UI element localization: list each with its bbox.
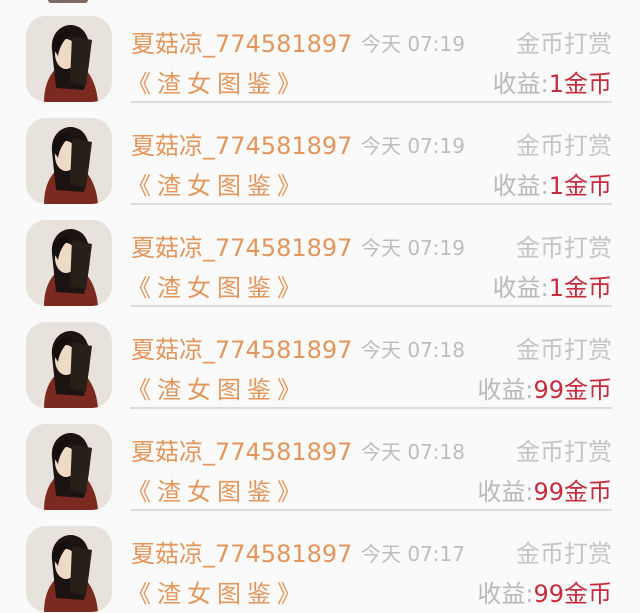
- record-type: 金币打赏: [516, 438, 612, 466]
- record-time: 今天 07:18: [361, 338, 465, 362]
- record-time: 今天 07:19: [361, 236, 465, 260]
- earnings-value: 99金币: [533, 580, 612, 608]
- earnings: 收益:1金币: [493, 64, 612, 99]
- sender-name[interactable]: 夏菇凉_774581897: [131, 126, 352, 161]
- earnings: 收益:99金币: [477, 472, 612, 507]
- record-type: 金币打赏: [516, 30, 612, 58]
- avatar[interactable]: [26, 526, 112, 612]
- earnings-value: 99金币: [533, 376, 612, 404]
- sender-name[interactable]: 夏菇凉_774581897: [131, 534, 352, 569]
- list-item[interactable]: 夏菇凉_774581897 今天 07:19 金币打赏 《渣女图鉴》 收益:1金…: [0, 0, 640, 103]
- record-type: 金币打赏: [516, 540, 612, 568]
- list-item[interactable]: 夏菇凉_774581897 今天 07:18 金币打赏 《渣女图鉴》 收益:99…: [0, 408, 640, 511]
- earnings: 收益:1金币: [493, 166, 612, 201]
- earnings-value: 99金币: [533, 478, 612, 506]
- earnings-label: 收益:: [477, 376, 534, 404]
- list-item[interactable]: 夏菇凉_774581897 今天 07:18 金币打赏 《渣女图鉴》 收益:99…: [0, 306, 640, 409]
- avatar-image: [26, 424, 112, 510]
- earnings-value: 1金币: [548, 172, 612, 200]
- earnings-value: 1金币: [548, 70, 612, 98]
- record-time: 今天 07:19: [361, 134, 465, 158]
- avatar-image: [26, 220, 112, 306]
- book-title-link[interactable]: 《渣女图鉴》: [127, 268, 307, 303]
- list-item[interactable]: 夏菇凉_774581897 今天 07:19 金币打赏 《渣女图鉴》 收益:1金…: [0, 204, 640, 307]
- earnings-value: 1金币: [548, 274, 612, 302]
- book-title-link[interactable]: 《渣女图鉴》: [127, 64, 307, 99]
- sender-name[interactable]: 夏菇凉_774581897: [131, 432, 352, 467]
- earnings: 收益:99金币: [477, 574, 612, 609]
- avatar-image: [26, 16, 112, 102]
- reward-record-list: 夏菇凉_774581897 今天 07:19 金币打赏 《渣女图鉴》 收益:1金…: [0, 0, 640, 612]
- record-type: 金币打赏: [516, 234, 612, 262]
- avatar[interactable]: [26, 16, 112, 102]
- earnings-label: 收益:: [477, 580, 534, 608]
- earnings-label: 收益:: [492, 70, 549, 98]
- record-time: 今天 07:18: [361, 440, 465, 464]
- avatar[interactable]: [26, 424, 112, 510]
- avatar-image: [26, 118, 112, 204]
- sender-name[interactable]: 夏菇凉_774581897: [131, 228, 352, 263]
- book-title-link[interactable]: 《渣女图鉴》: [127, 370, 307, 405]
- book-title-link[interactable]: 《渣女图鉴》: [127, 166, 307, 201]
- record-time: 今天 07:19: [361, 32, 465, 56]
- avatar[interactable]: [26, 118, 112, 204]
- book-title-link[interactable]: 《渣女图鉴》: [127, 472, 307, 507]
- list-item[interactable]: 夏菇凉_774581897 今天 07:17 金币打赏 《渣女图鉴》 收益:99…: [0, 510, 640, 612]
- earnings-label: 收益:: [492, 172, 549, 200]
- earnings-label: 收益:: [477, 478, 534, 506]
- record-time: 今天 07:17: [361, 542, 465, 566]
- avatar-image: [26, 526, 112, 612]
- record-type: 金币打赏: [516, 132, 612, 160]
- avatar-image: [26, 322, 112, 408]
- record-type: 金币打赏: [516, 336, 612, 364]
- avatar[interactable]: [26, 220, 112, 306]
- book-title-link[interactable]: 《渣女图鉴》: [127, 574, 307, 609]
- sender-name[interactable]: 夏菇凉_774581897: [131, 24, 352, 59]
- avatar[interactable]: [26, 322, 112, 408]
- earnings: 收益:99金币: [477, 370, 612, 405]
- sender-name[interactable]: 夏菇凉_774581897: [131, 330, 352, 365]
- earnings: 收益:1金币: [493, 268, 612, 303]
- earnings-label: 收益:: [492, 274, 549, 302]
- list-item[interactable]: 夏菇凉_774581897 今天 07:19 金币打赏 《渣女图鉴》 收益:1金…: [0, 102, 640, 205]
